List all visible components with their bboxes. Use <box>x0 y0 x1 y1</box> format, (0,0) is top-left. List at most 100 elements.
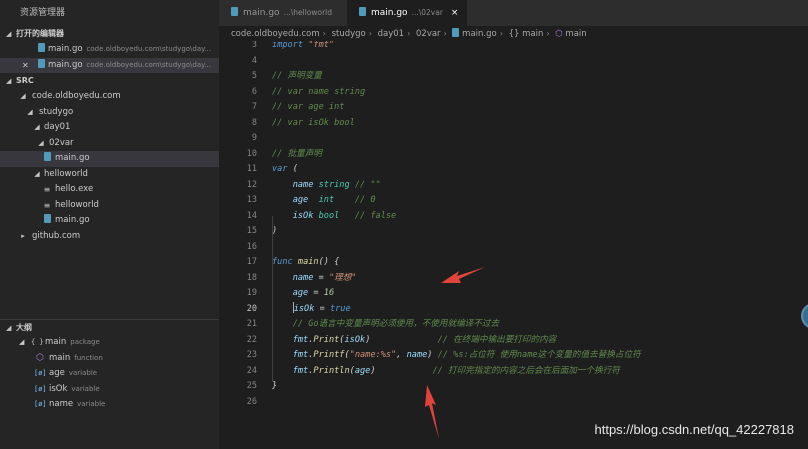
code-line[interactable]: age int // 0 <box>272 193 802 209</box>
code-token: age <box>292 288 309 298</box>
open-editor-item[interactable]: ✕ main.go code.oldboyedu.com\studygo\day.… <box>0 57 219 74</box>
open-editor-item[interactable]: main.go code.oldboyedu.com\studygo\day... <box>0 42 219 58</box>
breadcrumb-item[interactable]: {} main <box>509 29 544 39</box>
tree-item[interactable]: main.go <box>0 151 219 167</box>
tab-main-go-02var[interactable]: main.go ...\02var × <box>347 0 467 26</box>
code-line[interactable]: isOk bool // false <box>272 209 802 225</box>
code-line[interactable]: fmt.Println(age) // 打印完指定的内容之后会在后面加一个换行符 <box>272 364 802 380</box>
code-token: // 声明变量 <box>272 71 322 81</box>
tree-item[interactable]: ≡ hello.exe <box>0 182 219 198</box>
line-number: 17 <box>246 257 257 267</box>
code-line[interactable] <box>272 240 802 256</box>
tab-path-hint: ...\helloworld <box>283 8 333 17</box>
code-token: = <box>314 303 330 314</box>
code-token: age <box>292 195 309 205</box>
code-line[interactable]: name = "理想" <box>272 271 802 287</box>
code-lines[interactable]: import "fmt" // 声明变量 // var name string //… <box>272 41 802 410</box>
tree-item[interactable]: ≡ helloworld <box>0 198 219 214</box>
code-token: int <box>318 195 335 205</box>
breadcrumb-item[interactable]: code.oldboyedu.com <box>231 29 320 39</box>
code-line[interactable]: fmt.Printf("name:%s", name) // %s:占位符 使用… <box>272 348 802 364</box>
breadcrumb-item[interactable]: main.go <box>462 29 497 39</box>
open-editors-label: 打开的编辑器 <box>16 29 64 38</box>
code-line[interactable]: // var name string <box>272 85 802 101</box>
code-token: // 0 <box>354 195 376 205</box>
outline-header[interactable]: ◢ 大纲 <box>0 319 219 335</box>
outline-item-label: name <box>49 399 74 409</box>
breadcrumb: code.oldboyedu.com › studygo › day01 › 02va… <box>219 26 808 41</box>
code-line[interactable]: // var isOk bool <box>272 116 802 132</box>
chevron-down-icon: ◢ <box>6 324 12 332</box>
tree-item[interactable]: ◢ day01 <box>0 120 219 136</box>
tree-item-label: main.go <box>55 215 90 225</box>
src-folder-header[interactable]: ◢ SRC <box>0 73 219 89</box>
chevron-right-icon: › <box>368 29 372 38</box>
line-number: 26 <box>246 396 257 407</box>
outline-label: 大纲 <box>16 323 32 332</box>
code-line[interactable]: isOk = true <box>272 301 802 318</box>
chevron-down-icon: ◢ <box>6 30 12 38</box>
tab-main-go-helloworld[interactable]: main.go ...\helloworld <box>219 0 347 26</box>
editor-scrollbar[interactable] <box>794 41 808 449</box>
line-number-gutter: 3 4 5 6 7 8 9 10 11 12 13 14 15 16 17 18 19 20 21 22 23 24 25 2… <box>219 41 257 410</box>
variable-icon: [ø] <box>34 400 47 408</box>
outline-item[interactable]: ◢ { } main package <box>0 335 219 351</box>
chevron-down-icon: ◢ <box>19 338 25 346</box>
tree-item-label: code.oldboyedu.com <box>32 91 121 101</box>
line-number: 4 <box>251 55 257 66</box>
code-line[interactable]: // 声明变量 <box>272 69 802 85</box>
go-file-icon <box>36 58 46 74</box>
tree-item[interactable]: ◢ code.oldboyedu.com <box>0 89 219 105</box>
line-number: 7 <box>251 102 257 112</box>
close-icon[interactable]: × <box>451 8 459 18</box>
outline-item[interactable]: [ø] name variable <box>0 397 219 413</box>
breadcrumb-item[interactable]: 02var <box>416 29 441 39</box>
code-line[interactable]: fmt.Print(isOk) // 在终端中输出要打印的内容 <box>272 333 802 349</box>
tree-item[interactable]: ◢ studygo <box>0 105 219 121</box>
code-line[interactable] <box>272 395 802 411</box>
red-arrow-annotation <box>425 385 439 439</box>
code-token: , <box>396 350 407 360</box>
package-icon: { } <box>31 338 44 346</box>
breadcrumb-item[interactable]: main <box>565 29 586 39</box>
code-line[interactable]: import "fmt" <box>272 41 802 54</box>
code-editor[interactable]: 3 4 5 6 7 8 9 10 11 12 13 14 15 16 17 18 19 20 21 22 23 24 25 2… <box>219 41 808 449</box>
tree-item[interactable]: ◢ helloworld <box>0 167 219 183</box>
breadcrumb-item[interactable]: day01 <box>378 29 404 39</box>
code-line[interactable]: ) <box>272 224 802 240</box>
code-token: // 在终端中输出要打印的内容 <box>437 334 557 345</box>
code-line[interactable]: age = 16 <box>272 286 802 302</box>
code-line[interactable]: func main() { <box>272 255 802 271</box>
code-line[interactable]: name string // "" <box>272 178 802 194</box>
code-line[interactable] <box>272 131 802 147</box>
outline-item[interactable]: ⬡ main function <box>0 351 219 367</box>
tree-item[interactable]: ◢ 02var <box>0 136 219 152</box>
code-token: string <box>318 179 350 190</box>
code-line[interactable] <box>272 54 802 70</box>
open-editors-header[interactable]: ◢ 打开的编辑器 <box>0 26 219 42</box>
code-line[interactable]: var ( <box>272 162 802 178</box>
outline-item[interactable]: [ø] age variable <box>0 366 219 382</box>
line-number: 22 <box>246 334 257 345</box>
code-token: isOk <box>344 334 366 345</box>
breadcrumb-item[interactable]: studygo <box>332 29 366 39</box>
tab-path-hint: ...\02var <box>411 8 443 17</box>
line-number: 23 <box>246 350 257 360</box>
code-line[interactable]: // Go语言中变量声明必须使用，不使用就编译不过去 <box>272 317 802 333</box>
close-icon[interactable]: ✕ <box>22 58 29 74</box>
code-token: import <box>272 41 309 50</box>
code-token: ) <box>427 350 438 360</box>
code-line[interactable]: // var age int <box>272 100 802 116</box>
tree-item[interactable]: ▸ github.com <box>0 229 219 245</box>
tree-item[interactable]: main.go <box>0 213 219 229</box>
chevron-right-icon: › <box>499 29 503 38</box>
outline-item[interactable]: [ø] isOk variable <box>0 382 219 398</box>
code-line[interactable]: } <box>272 379 802 395</box>
tree-item-label: hello.exe <box>55 184 94 194</box>
go-file-icon <box>452 28 460 37</box>
line-number: 5 <box>251 71 257 81</box>
code-line[interactable]: // 批量声明 <box>272 147 802 163</box>
